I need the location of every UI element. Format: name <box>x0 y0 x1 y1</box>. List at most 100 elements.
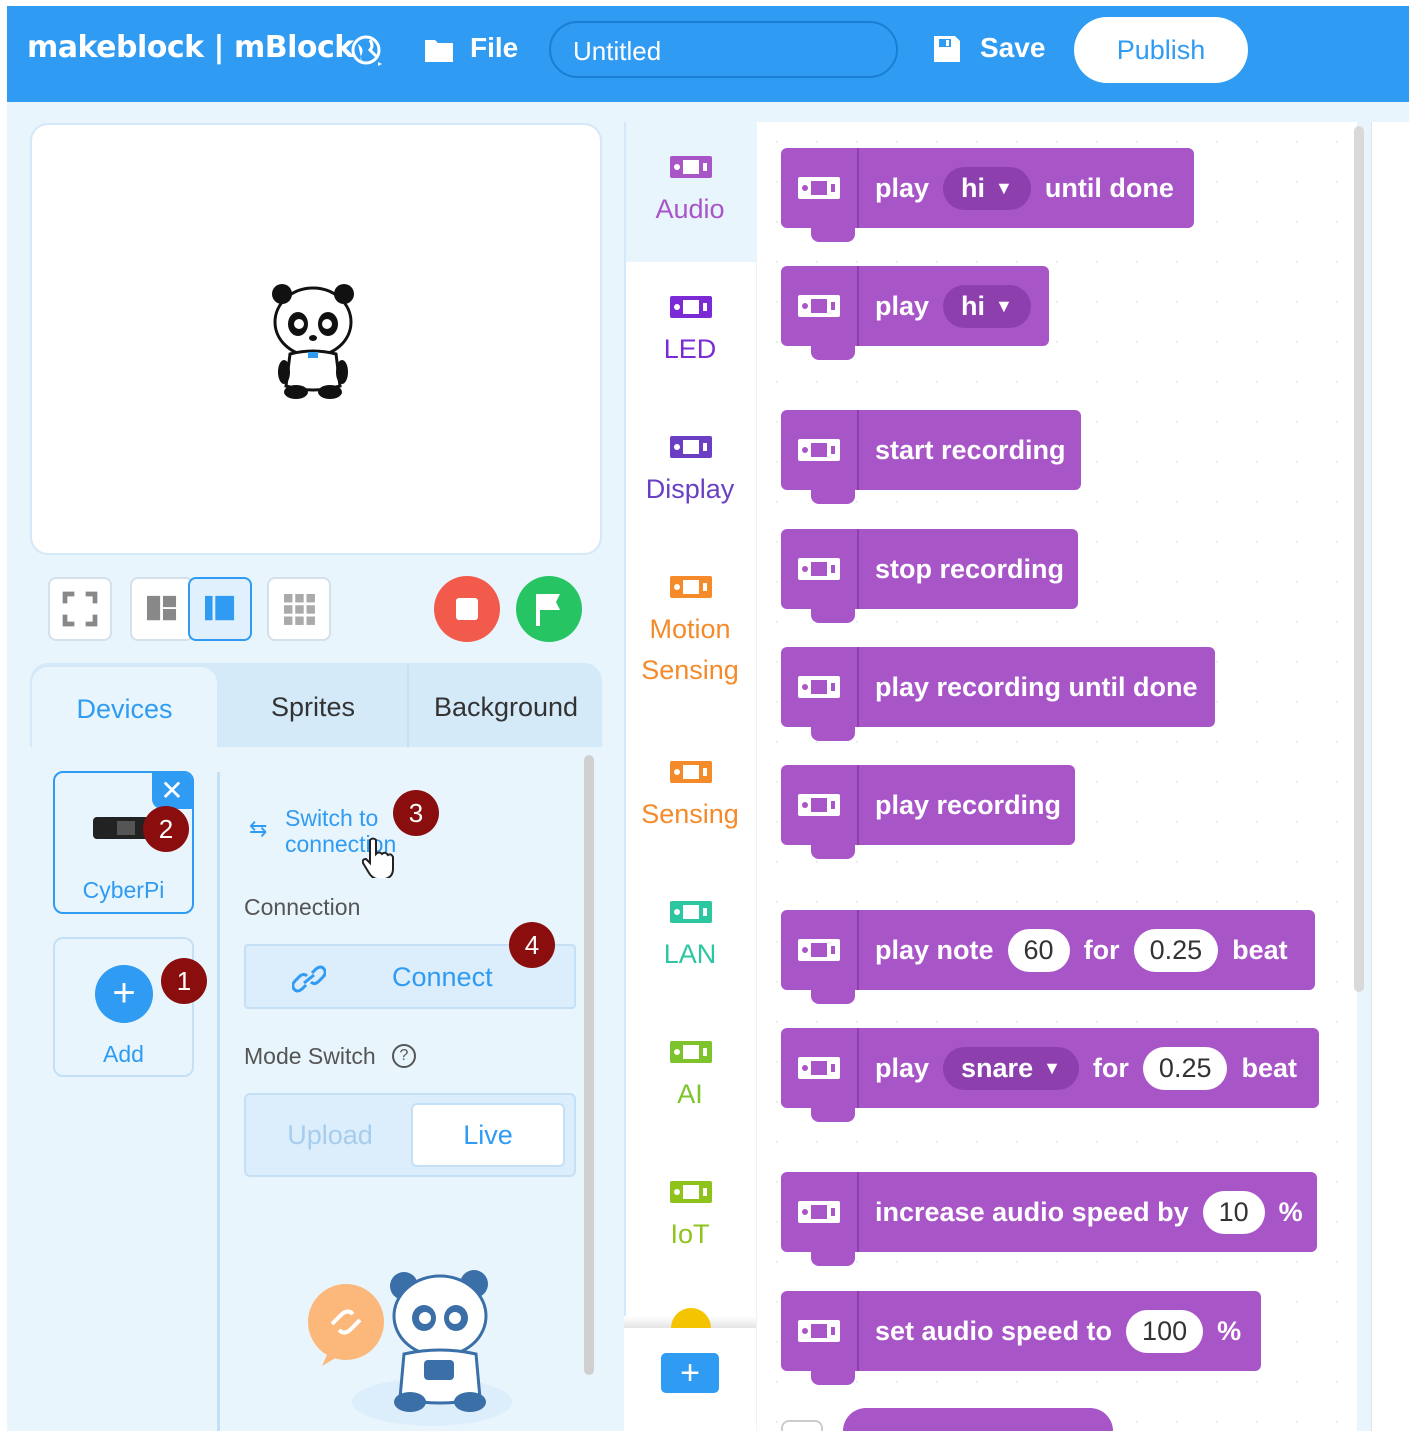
category-label: Sensing <box>641 799 739 829</box>
block-text: play recording until done <box>875 671 1198 702</box>
grid-view-button[interactable] <box>267 577 331 641</box>
dropdown-value: hi <box>961 290 986 321</box>
category-icon <box>669 574 713 600</box>
cyberpi-block-icon <box>781 910 859 990</box>
sound-dropdown[interactable]: hi ▼ <box>943 166 1031 210</box>
block-text: for <box>1092 1052 1129 1083</box>
category-lan[interactable]: LAN <box>624 939 756 970</box>
switch-text-1: Switch to <box>285 805 379 831</box>
normal-stage-icon <box>205 595 235 621</box>
fullscreen-icon <box>62 591 98 627</box>
small-stage-button[interactable] <box>130 577 194 641</box>
cyberpi-block-icon <box>781 410 859 490</box>
flag-icon <box>536 594 560 626</box>
block-set-audio-speed[interactable]: set audio speed to 100% <box>781 1291 1261 1385</box>
block-play-recording[interactable]: play recording <box>781 765 1075 859</box>
brand-logo: makeblock | mBlock <box>27 30 354 65</box>
hand-cursor-icon <box>362 837 394 878</box>
block-text: play recording <box>875 789 1062 820</box>
block-text: % <box>1217 1315 1242 1346</box>
remove-device-button[interactable]: ✕ <box>152 773 192 809</box>
add-extension-button[interactable]: + <box>661 1353 719 1393</box>
save-icon[interactable] <box>932 34 962 64</box>
block-stop-recording[interactable]: stop recording <box>781 529 1078 623</box>
beat-input[interactable]: 0.25 <box>1133 928 1219 972</box>
block-text: for <box>1083 934 1120 965</box>
switch-icon: ⇆ <box>249 816 268 841</box>
globe-icon[interactable] <box>350 34 384 68</box>
block-play[interactable]: play hi ▼ <box>781 266 1049 360</box>
dropdown-value: snare <box>961 1052 1034 1083</box>
cyberpi-block-icon <box>781 765 859 845</box>
block-play-until-done[interactable]: play hi ▼ until done <box>781 148 1194 242</box>
panda-sprite[interactable] <box>268 274 358 402</box>
project-title-input[interactable]: Untitled <box>549 21 898 78</box>
panel-divider <box>217 772 220 1431</box>
dropdown-arrow-icon: ▼ <box>1043 1057 1061 1078</box>
category-icon <box>669 1179 713 1205</box>
category-display[interactable]: Display <box>624 474 756 505</box>
file-menu[interactable]: File <box>470 32 518 64</box>
live-mode-button[interactable]: Live <box>411 1103 565 1167</box>
category-sensing[interactable]: Sensing <box>624 799 756 830</box>
drum-dropdown[interactable]: snare ▼ <box>943 1046 1079 1090</box>
block-text: play <box>875 172 930 203</box>
block-start-recording[interactable]: start recording <box>781 410 1081 504</box>
tab-sprites[interactable]: Sprites <box>219 665 409 749</box>
fullscreen-button[interactable] <box>48 577 112 641</box>
cyberpi-block-icon <box>781 1028 859 1108</box>
help-icon[interactable]: ? <box>392 1044 416 1068</box>
publish-button[interactable]: Publish <box>1074 17 1248 83</box>
beat-input[interactable]: 0.25 <box>1142 1046 1228 1090</box>
category-label: LAN <box>663 939 717 969</box>
connection-label: Connection <box>244 894 361 920</box>
block-play-recording-until-done[interactable]: play recording until done <box>781 647 1215 741</box>
category-motion-sensing[interactable]: Motion Sensing <box>624 614 756 686</box>
step-badge-4: 4 <box>509 922 555 968</box>
green-flag-button[interactable] <box>516 576 582 642</box>
dropdown-value: hi <box>961 172 986 203</box>
stop-button[interactable] <box>434 576 500 642</box>
checkbox[interactable] <box>781 1420 823 1431</box>
category-label: LED <box>663 334 717 364</box>
category-ai[interactable]: AI <box>624 1079 756 1110</box>
category-label: AI <box>677 1079 703 1109</box>
disconnected-illustration <box>308 1270 512 1426</box>
category-iot[interactable]: IoT <box>624 1219 756 1250</box>
note-input[interactable]: 60 <box>1007 928 1070 972</box>
script-area[interactable] <box>1371 122 1409 1431</box>
palette-scrollbar[interactable] <box>1354 126 1364 992</box>
block-increase-audio-speed[interactable]: increase audio speed by 10% <box>781 1172 1317 1266</box>
folder-icon[interactable] <box>424 36 454 64</box>
tab-background[interactable]: Background <box>410 665 602 749</box>
category-label: Audio <box>655 194 725 224</box>
block-text: until done <box>1044 172 1174 203</box>
block-play-drum[interactable]: play snare ▼ for 0.25 beat <box>781 1028 1319 1122</box>
connect-label: Connect <box>392 962 493 992</box>
block-play-note[interactable]: play note 60 for 0.25 beat <box>781 910 1315 1004</box>
dropdown-arrow-icon: ▼ <box>995 177 1013 198</box>
upload-mode-button[interactable]: Upload <box>250 1103 410 1167</box>
add-device-card[interactable]: + Add <box>53 937 194 1077</box>
speed-input[interactable]: 10 <box>1202 1190 1265 1234</box>
category-label: IoT <box>670 1219 710 1249</box>
panel-scrollbar[interactable] <box>584 755 594 1375</box>
save-button[interactable]: Save <box>980 32 1045 64</box>
category-icon <box>669 154 713 180</box>
mode-switch-label: Mode Switch <box>244 1043 376 1069</box>
normal-stage-button[interactable] <box>188 577 252 641</box>
sound-dropdown[interactable]: hi ▼ <box>943 284 1031 328</box>
block-reporter-partial[interactable] <box>843 1408 1113 1431</box>
cyberpi-block-icon <box>781 1291 859 1371</box>
category-audio[interactable]: Audio <box>624 194 756 225</box>
tab-devices[interactable]: Devices <box>30 665 219 749</box>
category-label: Display <box>645 474 735 504</box>
category-led[interactable]: LED <box>624 334 756 365</box>
block-text: play note <box>875 934 994 965</box>
speed-input[interactable]: 100 <box>1126 1309 1204 1353</box>
block-text: play <box>875 290 930 321</box>
cyberpi-block-icon <box>781 647 859 727</box>
category-label-line2: Sensing <box>641 655 739 685</box>
category-icon <box>669 899 713 925</box>
stop-icon <box>456 598 478 620</box>
